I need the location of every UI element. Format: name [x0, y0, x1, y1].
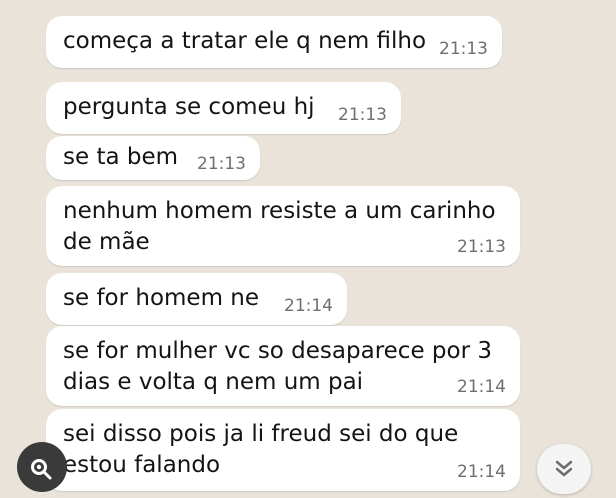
- message-bubble[interactable]: pergunta se comeu hj 21:13: [46, 82, 401, 134]
- message-time: 21:13: [338, 105, 387, 125]
- message-bubble[interactable]: nenhum homem resiste a um carinho de mãe…: [46, 186, 520, 266]
- message-time: 21:14: [457, 462, 506, 482]
- message-text: pergunta se comeu hj: [63, 94, 315, 120]
- message-time: 21:14: [284, 296, 333, 316]
- message-bubble[interactable]: se for mulher vc so desaparece por 3 dia…: [46, 326, 520, 406]
- message-text: se for homem ne: [63, 285, 260, 311]
- message-text: nenhum homem resiste a um carinho de mãe: [63, 198, 496, 255]
- message-time: 21:13: [439, 39, 488, 59]
- message-bubble[interactable]: se ta bem 21:13: [46, 136, 260, 180]
- message-time: 21:14: [457, 377, 506, 397]
- message-bubble[interactable]: se for homem ne 21:14: [46, 273, 347, 325]
- message-time: 21:13: [457, 237, 506, 257]
- chat-area: começa a tratar ele q nem filho 21:13 pe…: [0, 0, 616, 498]
- image-search-button[interactable]: [17, 442, 67, 492]
- message-text: sei disso pois ja li freud sei do que es…: [63, 421, 459, 478]
- message-bubble[interactable]: sei disso pois ja li freud sei do que es…: [46, 409, 520, 491]
- message-text: começa a tratar ele q nem filho: [63, 28, 427, 54]
- chevron-double-down-icon: [555, 460, 573, 477]
- message-text: se ta bem: [63, 144, 179, 170]
- message-text: se for mulher vc so desaparece por 3 dia…: [63, 338, 492, 395]
- scroll-to-bottom-button[interactable]: [537, 444, 591, 494]
- message-bubble[interactable]: começa a tratar ele q nem filho 21:13: [46, 16, 502, 68]
- image-search-icon: [31, 459, 52, 480]
- message-time: 21:13: [197, 154, 246, 174]
